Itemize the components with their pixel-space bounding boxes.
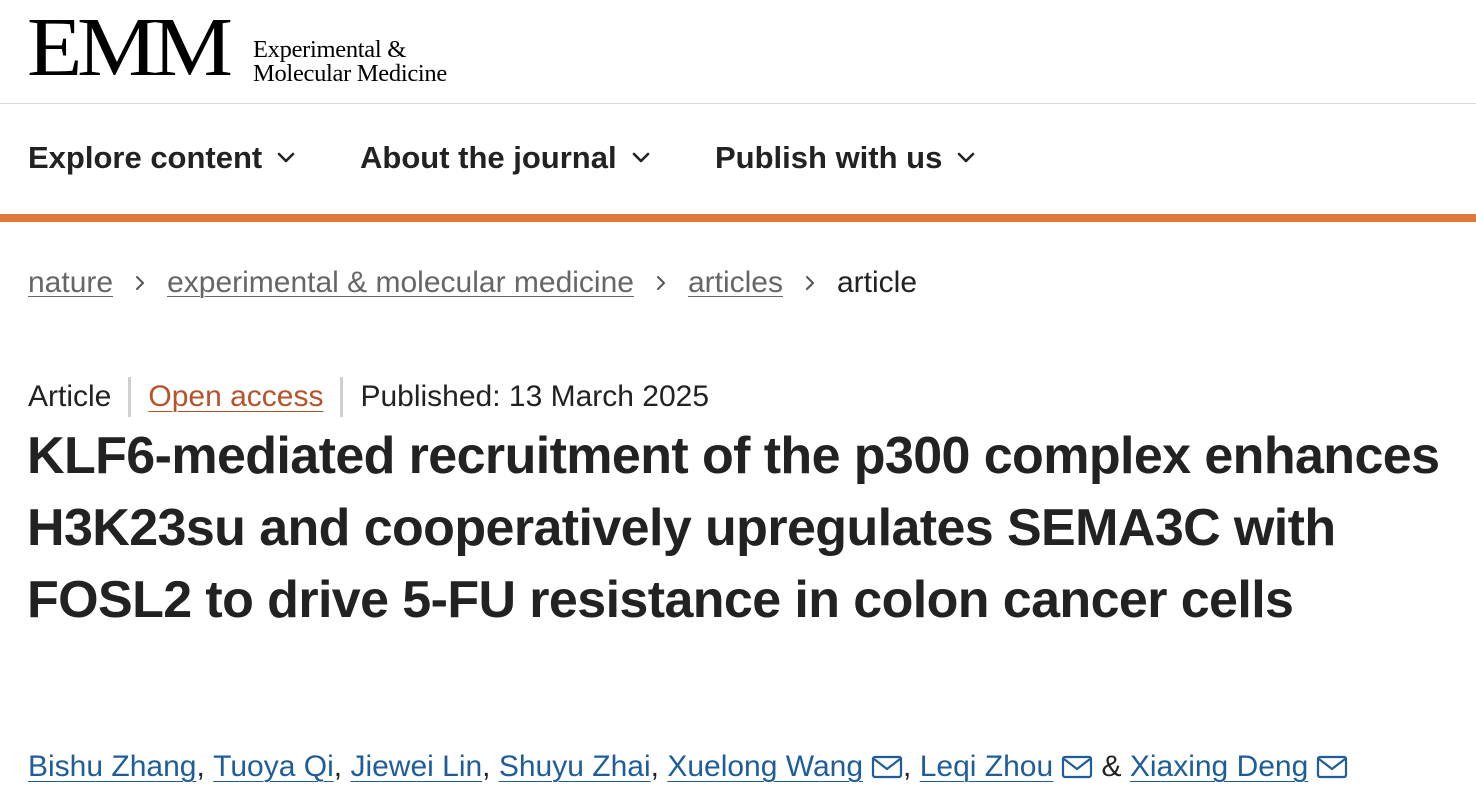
meta-divider	[340, 377, 344, 417]
chevron-right-icon	[656, 276, 665, 290]
author-separator: ,	[903, 750, 912, 783]
author-and-separator: &	[1101, 750, 1122, 783]
article-title: KLF6-mediated recruitment of the p300 co…	[27, 427, 1440, 629]
breadcrumb-link-nature[interactable]: nature	[28, 266, 113, 300]
chevron-right-icon	[136, 276, 145, 290]
chevron-down-icon	[632, 152, 649, 163]
logo-line-1: Experimental &	[253, 36, 406, 63]
author-link[interactable]: Shuyu Zhai	[499, 750, 651, 784]
author-link[interactable]: Leqi Zhou	[920, 750, 1053, 784]
nav-explore-content[interactable]: Explore content	[28, 140, 296, 176]
breadcrumb-current: article	[836, 266, 918, 299]
chevron-down-icon	[958, 152, 975, 163]
author-link[interactable]: Xuelong Wang	[667, 750, 863, 784]
nav-publish-with-us[interactable]: Publish with us	[715, 140, 976, 176]
author-link[interactable]: Jiewei Lin	[350, 750, 482, 784]
nav-item-label: Explore content	[28, 140, 263, 175]
email-icon[interactable]	[1061, 755, 1093, 779]
breadcrumb-link-articles[interactable]: articles	[688, 266, 783, 300]
chevron-down-icon	[277, 152, 295, 163]
chevron-right-icon	[805, 276, 814, 290]
logo-line-2: Molecular Medicine	[253, 60, 447, 87]
author-link[interactable]: Bishu Zhang	[28, 750, 196, 784]
breadcrumb-link-journal[interactable]: experimental & molecular medicine	[167, 266, 634, 300]
author-link[interactable]: Tuoya Qi	[213, 750, 334, 784]
open-access-link[interactable]: Open access	[148, 380, 323, 414]
article-meta: Article Open access Published: 13 March …	[28, 377, 709, 417]
author-separator: ,	[482, 750, 491, 783]
nav-item-label: Publish with us	[715, 140, 943, 175]
author-link[interactable]: Xiaxing Deng	[1130, 750, 1308, 784]
logo-mark: EMM	[27, 1, 233, 94]
author-separator: ,	[650, 750, 659, 783]
site-header: EMM Experimental & Molecular Medicine	[0, 0, 1476, 104]
nav-about-the-journal[interactable]: About the journal	[360, 140, 651, 176]
logo-text: Experimental & Molecular Medicine	[253, 36, 447, 87]
breadcrumb: nature experimental & molecular medicine…	[28, 266, 917, 300]
journal-logo-link[interactable]: EMM Experimental & Molecular Medicine	[27, 1, 447, 94]
nav-item-label: About the journal	[360, 140, 617, 175]
author-separator: ,	[333, 750, 343, 783]
email-icon[interactable]	[1316, 755, 1348, 779]
published-date: Published: 13 March 2025	[360, 380, 710, 413]
author-separator: ,	[196, 750, 205, 783]
meta-divider	[128, 377, 132, 417]
email-icon[interactable]	[871, 755, 903, 779]
author-list: Bishu Zhang, Tuoya Qi, Jiewei Lin, Shuyu…	[28, 750, 1348, 784]
article-type: Article	[28, 380, 112, 413]
